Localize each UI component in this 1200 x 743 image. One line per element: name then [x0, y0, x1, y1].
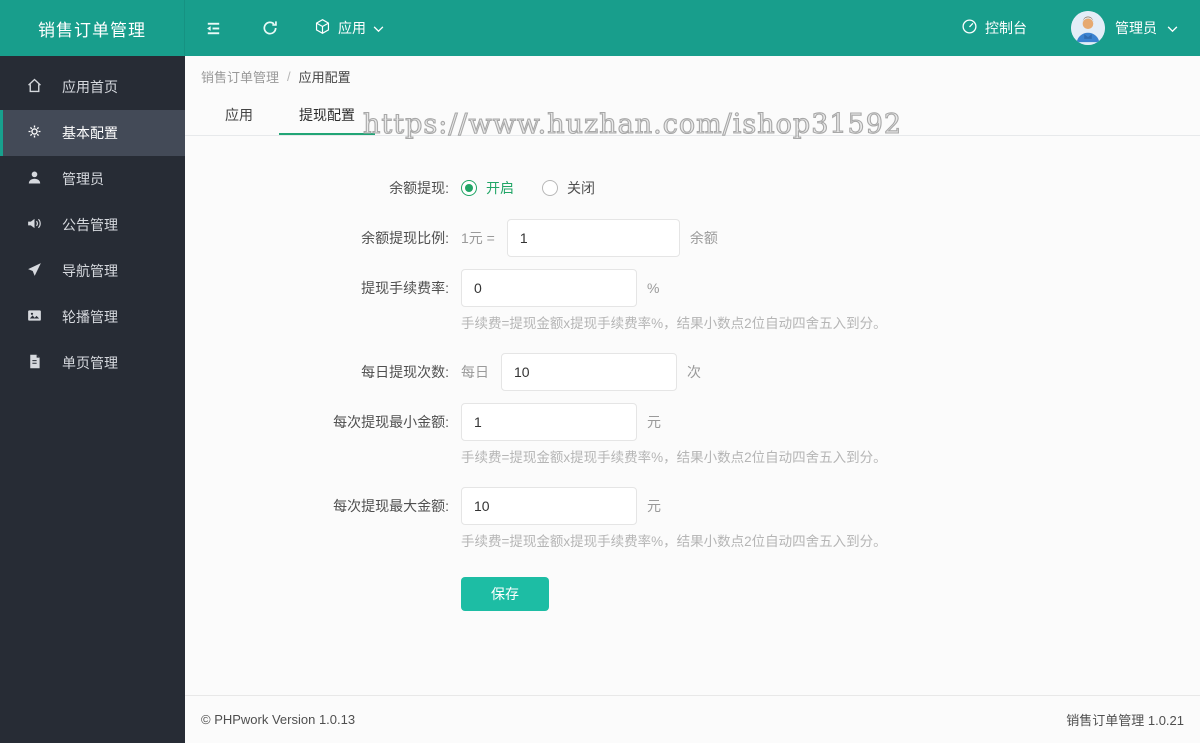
field-daily-times: 每日提现次数: 每日 次 [185, 353, 1200, 391]
navigation-icon [26, 261, 43, 281]
field-label: 余额提现: [389, 180, 449, 196]
sidebar-item-carousel[interactable]: 轮播管理 [0, 294, 185, 340]
sidebar-item-label: 轮播管理 [62, 309, 118, 325]
user-dropdown[interactable]: 管理员 [1045, 11, 1178, 45]
breadcrumb-parent[interactable]: 销售订单管理 [201, 67, 279, 86]
home-icon [26, 77, 43, 97]
field-fee-rate: 提现手续费率: % 手续费=提现金额x提现手续费率%，结果小数点2位自动四舍五入… [185, 269, 1200, 341]
breadcrumb-current: 应用配置 [298, 69, 351, 85]
refresh-icon [261, 19, 279, 37]
sidebar-item-navigation[interactable]: 导航管理 [0, 248, 185, 294]
field-label: 每日提现次数: [361, 364, 449, 380]
page-icon [26, 353, 43, 373]
announcement-icon [26, 215, 43, 235]
sidebar-item-label: 公告管理 [62, 217, 118, 233]
main-content: https://www.huzhan.com/ishop31592 销售订单管理… [185, 56, 1200, 743]
user-icon [26, 169, 43, 189]
app-dropdown-label: 应用 [338, 20, 366, 36]
app-dropdown[interactable]: 应用 [298, 0, 400, 56]
radio-on-icon [461, 180, 477, 196]
sidebar-item-label: 管理员 [62, 171, 104, 187]
field-min-amount: 每次提现最小金额: 元 手续费=提现金额x提现手续费率%，结果小数点2位自动四舍… [185, 403, 1200, 475]
radio-disable-label: 关闭 [567, 180, 595, 196]
field-suffix: 次 [687, 364, 701, 380]
chevron-down-icon [373, 20, 384, 36]
min-amount-input[interactable] [461, 403, 637, 441]
field-withdraw-ratio: 余额提现比例: 1元 = 余额 [185, 219, 1200, 257]
carousel-icon [26, 307, 43, 327]
withdraw-ratio-input[interactable] [506, 219, 680, 257]
dashboard-icon [961, 18, 978, 38]
tab-app[interactable]: 应用 [205, 96, 273, 135]
field-label: 余额提现比例: [361, 230, 449, 246]
breadcrumb: 销售订单管理 / 应用配置 [185, 56, 1200, 96]
sidebar-item-label: 单页管理 [62, 355, 118, 371]
footer: © PHPwork Version 1.0.13 销售订单管理 1.0.21 [185, 695, 1200, 743]
sidebar-nav: 应用首页 基本配置 管理员 公告管理 导航管理 轮播管理 单页管理 [0, 56, 185, 743]
tab-withdraw-config[interactable]: 提现配置 [279, 96, 375, 135]
radio-enable[interactable]: 开启 [461, 178, 514, 198]
field-max-amount: 每次提现最大金额: 元 手续费=提现金额x提现手续费率%，结果小数点2位自动四舍… [185, 487, 1200, 559]
field-label: 提现手续费率: [361, 280, 449, 296]
radio-off-icon [542, 180, 558, 196]
daily-times-input[interactable] [501, 353, 677, 391]
field-suffix: 余额 [689, 230, 718, 246]
field-balance-withdraw: 余额提现: 开启 关闭 [185, 169, 1200, 207]
sidebar-item-admins[interactable]: 管理员 [0, 156, 185, 202]
sidebar-item-announcements[interactable]: 公告管理 [0, 202, 185, 248]
save-button[interactable]: 保存 [461, 577, 549, 611]
collapse-icon [204, 19, 223, 38]
field-label: 每次提现最大金额: [333, 498, 449, 514]
sidebar-item-basic-config[interactable]: 基本配置 [0, 110, 185, 156]
radio-enable-label: 开启 [486, 180, 514, 196]
cube-icon [314, 18, 331, 38]
refresh-button[interactable] [242, 0, 298, 56]
sidebar-item-label: 导航管理 [62, 263, 118, 279]
withdraw-config-form: 余额提现: 开启 关闭 余额提现比例: 1元 = 1 余额 提现手续费率: 0 … [185, 136, 1200, 611]
console-label: 控制台 [985, 20, 1027, 36]
tab-bar: 应用 提现配置 [185, 96, 1200, 136]
breadcrumb-separator: / [287, 68, 291, 84]
gear-icon [26, 123, 43, 143]
sidebar-collapse-button[interactable] [185, 0, 242, 56]
field-help-text: 手续费=提现金额x提现手续费率%，结果小数点2位自动四舍五入到分。 [461, 450, 887, 465]
field-suffix: 元 [647, 414, 661, 430]
max-amount-input[interactable] [461, 487, 637, 525]
sidebar-item-label: 基本配置 [62, 125, 118, 141]
field-help-text: 手续费=提现金额x提现手续费率%，结果小数点2位自动四舍五入到分。 [461, 316, 887, 331]
console-link[interactable]: 控制台 [943, 18, 1045, 38]
field-prefix: 1元 = [461, 230, 495, 246]
footer-version-right: 销售订单管理 1.0.21 [1066, 713, 1184, 728]
radio-disable[interactable]: 关闭 [542, 178, 595, 198]
field-suffix: 元 [647, 498, 661, 514]
field-suffix: % [647, 280, 660, 296]
top-header: 销售订单管理 应用 控制台 管理员 [0, 0, 1200, 56]
chevron-down-icon [1167, 20, 1178, 36]
sidebar-item-single-page[interactable]: 单页管理 [0, 340, 185, 386]
field-label: 每次提现最小金额: [333, 414, 449, 430]
field-prefix: 每日 [461, 364, 489, 380]
fee-rate-input[interactable] [461, 269, 637, 307]
app-title: 销售订单管理 [0, 0, 185, 56]
user-name-label: 管理员 [1115, 20, 1157, 36]
footer-version-left: © PHPwork Version 1.0.13 [201, 712, 356, 727]
avatar [1071, 11, 1105, 45]
sidebar-item-label: 应用首页 [62, 79, 118, 95]
sidebar-item-app-home[interactable]: 应用首页 [0, 64, 185, 110]
field-help-text: 手续费=提现金额x提现手续费率%，结果小数点2位自动四舍五入到分。 [461, 534, 887, 549]
